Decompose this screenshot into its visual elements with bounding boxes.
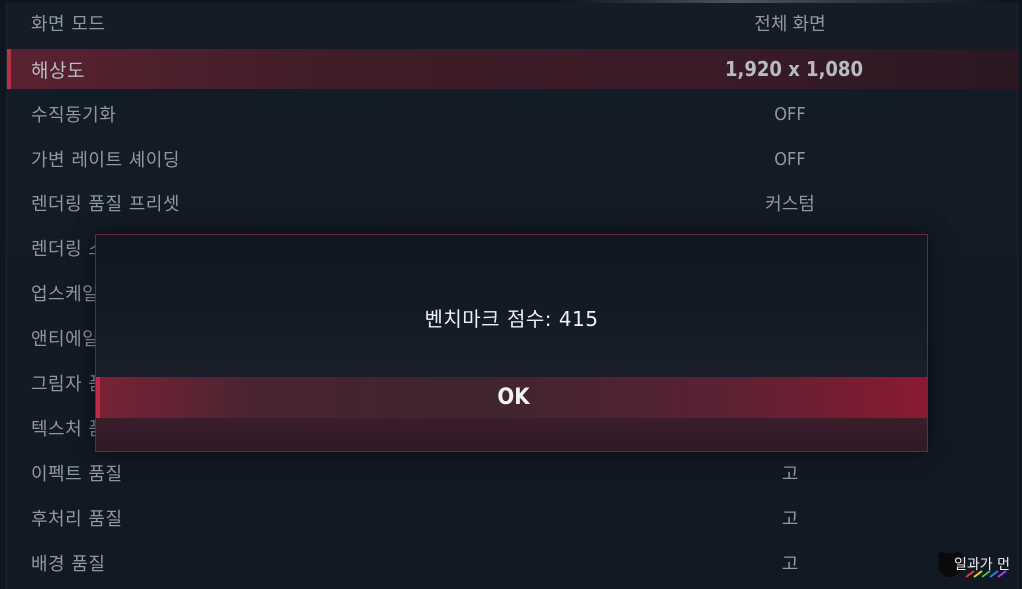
benchmark-score-message: 벤치마크 점수: 415 xyxy=(424,307,599,331)
setting-label: 가변 레이트 셰이딩 xyxy=(31,150,180,171)
setting-label: 이펙트 품질 xyxy=(31,464,123,485)
setting-value: 고 xyxy=(781,509,799,530)
ok-button-label: OK xyxy=(497,385,530,410)
setting-label: 후처리 품질 xyxy=(31,509,123,530)
setting-value: 고 xyxy=(781,554,799,575)
setting-row-effect-quality[interactable]: 이펙트 품질 고 xyxy=(7,453,1015,493)
setting-label: 화면 모드 xyxy=(31,14,106,35)
setting-value: 커스텀 xyxy=(765,194,815,215)
setting-row-resolution[interactable]: 해상도 1,920 x 1,080 xyxy=(7,49,1019,89)
setting-row-variable-rate-shading[interactable]: 가변 레이트 셰이딩 OFF xyxy=(7,139,1015,179)
setting-value: OFF xyxy=(774,148,806,170)
setting-row-post-processing[interactable]: 후처리 품질 고 xyxy=(7,498,1015,538)
dialog-bottom-glow xyxy=(96,418,927,451)
setting-row-display-mode[interactable]: 화면 모드 전체 화면 xyxy=(7,3,1015,43)
setting-label: 업스케일 xyxy=(31,284,100,305)
setting-value: 1,920 x 1,080 xyxy=(725,57,863,81)
setting-label: 배경 품질 xyxy=(31,554,106,575)
setting-label: 렌더링 품질 프리셋 xyxy=(31,194,180,215)
setting-value: 고 xyxy=(781,464,799,485)
setting-label: 앤티에일 xyxy=(31,329,100,350)
setting-label: 해상도 xyxy=(31,59,85,82)
ok-button[interactable]: OK xyxy=(96,377,927,418)
setting-label: 수직동기화 xyxy=(31,105,117,126)
watermark-logo: 일과가 먼 xyxy=(936,547,1020,583)
benchmark-dialog: 벤치마크 점수: 415 OK xyxy=(95,234,928,452)
setting-row-vsync[interactable]: 수직동기화 OFF xyxy=(7,94,1015,134)
setting-row-quality-preset[interactable]: 렌더링 품질 프리셋 커스텀 xyxy=(7,183,1015,223)
setting-row-background-quality[interactable]: 배경 품질 고 xyxy=(7,543,1015,583)
setting-value: OFF xyxy=(774,103,806,125)
watermark-text: 일과가 먼 xyxy=(954,557,1010,573)
setting-value: 전체 화면 xyxy=(754,14,826,35)
